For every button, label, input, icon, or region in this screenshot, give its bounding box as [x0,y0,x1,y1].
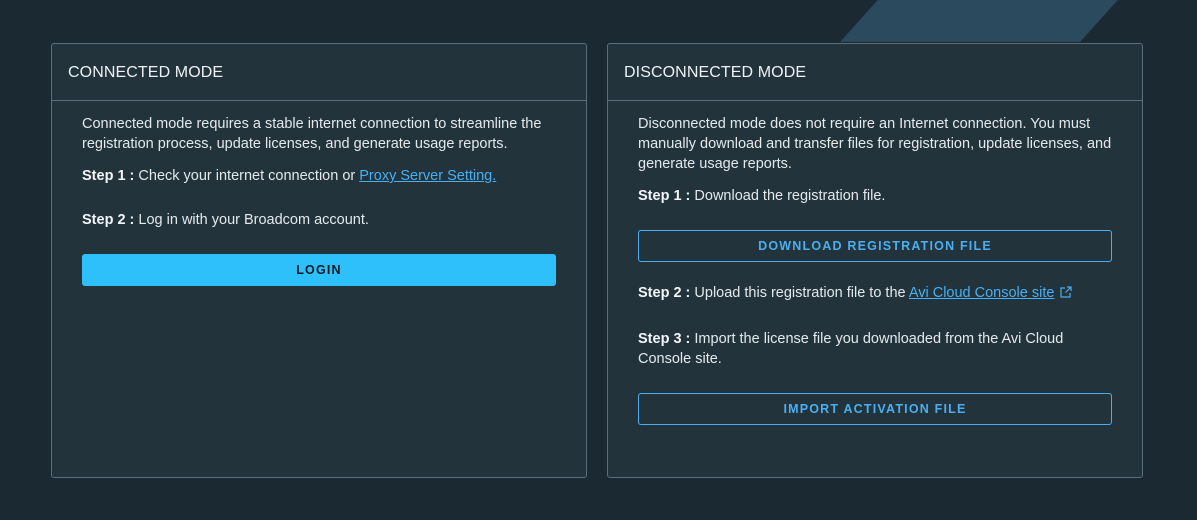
step-label: Step 2 : [638,285,691,301]
download-registration-file-button[interactable]: DOWNLOAD REGISTRATION FILE [638,230,1112,262]
background-decoration [840,0,1127,42]
connected-mode-title: CONNECTED MODE [52,44,586,101]
step-text: Download the registration file. [690,188,886,204]
login-button[interactable]: LOGIN [82,254,556,286]
disconnected-step-3: Step 3 : Import the license file you dow… [638,329,1112,369]
step-label: Step 3 : [638,331,691,347]
disconnected-step-2: Step 2 : Upload this registration file t… [638,283,1112,305]
step-text: Log in with your Broadcom account. [134,212,369,228]
disconnected-mode-title: DISCONNECTED MODE [608,44,1142,101]
external-link-icon[interactable] [1059,285,1073,305]
connected-step-1: Step 1 : Check your internet connection … [82,166,556,186]
connected-mode-panel: CONNECTED MODE Connected mode requires a… [51,43,587,478]
disconnected-mode-description: Disconnected mode does not require an In… [638,116,1112,172]
disconnected-mode-panel: DISCONNECTED MODE Disconnected mode does… [607,43,1143,478]
step-label: Step 1 : [82,168,135,184]
import-activation-file-button[interactable]: IMPORT ACTIVATION FILE [638,393,1112,425]
proxy-server-setting-link[interactable]: Proxy Server Setting. [359,168,496,184]
step-text: Check your internet connection or [134,168,360,184]
step-text: Upload this registration file to the [690,285,909,301]
step-label: Step 2 : [82,212,135,228]
connected-mode-description: Connected mode requires a stable interne… [82,116,542,152]
disconnected-step-1: Step 1 : Download the registration file. [638,186,1112,206]
avi-cloud-console-link[interactable]: Avi Cloud Console site [909,285,1055,301]
step-label: Step 1 : [638,188,691,204]
step-text: Import the license file you downloaded f… [638,331,1064,367]
connected-step-2: Step 2 : Log in with your Broadcom accou… [82,210,556,230]
